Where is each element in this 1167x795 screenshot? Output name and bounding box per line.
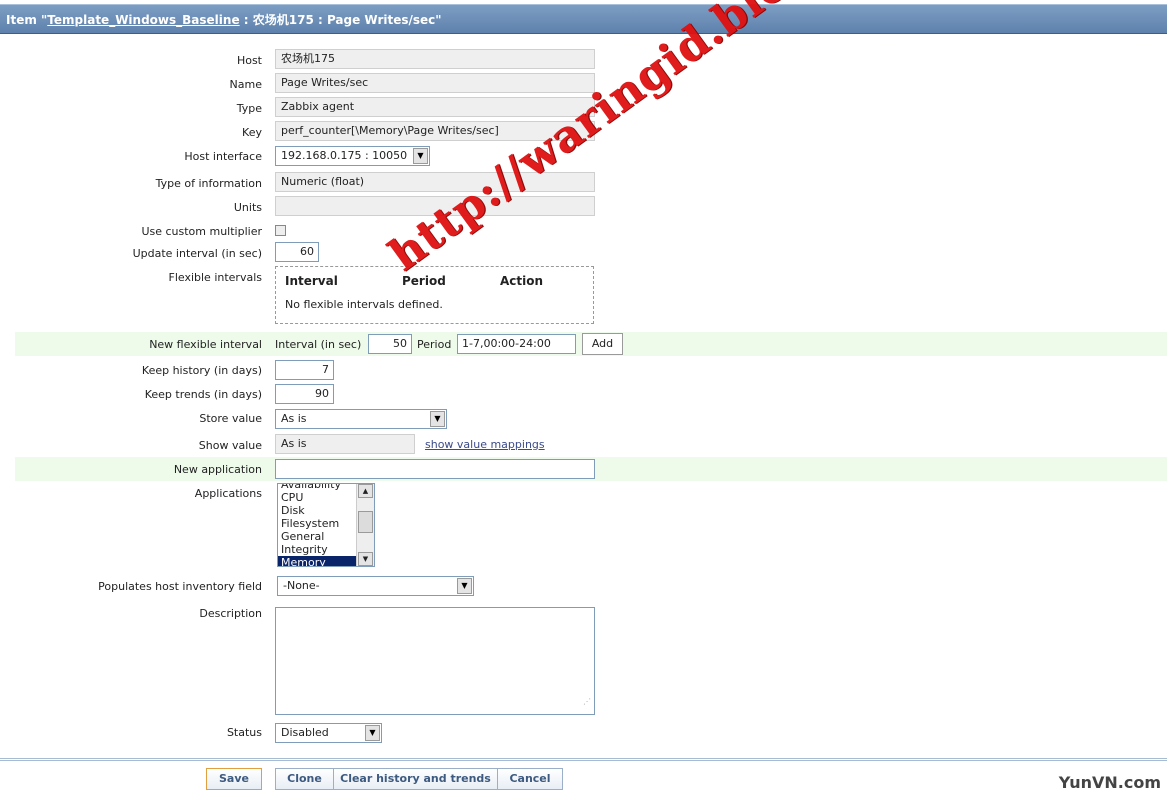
- status-label: Status: [226, 726, 262, 739]
- clear-history-button[interactable]: Clear history and trends: [333, 768, 498, 790]
- chevron-down-icon[interactable]: ▼: [430, 411, 445, 427]
- store-value-value: As is: [281, 412, 307, 425]
- custom-multiplier-checkbox[interactable]: [275, 225, 286, 236]
- new-flexible-interval-label: New flexible interval: [149, 338, 262, 351]
- footer-separator: [0, 758, 1167, 761]
- show-value-field: As is: [275, 434, 415, 454]
- template-link[interactable]: Template_Windows_Baseline: [47, 13, 239, 27]
- new-period-input[interactable]: 1-7,00:00-24:00: [457, 334, 576, 354]
- save-button[interactable]: Save: [206, 768, 262, 790]
- host-interface-select[interactable]: 192.168.0.175 : 10050 ▼: [275, 146, 430, 166]
- interval-sec-label: Interval (in sec): [275, 338, 362, 351]
- applications-scrollbar[interactable]: ▲ ▼: [356, 484, 374, 566]
- custom-multiplier-label: Use custom multiplier: [141, 225, 262, 238]
- type-of-information-label: Type of information: [155, 177, 262, 190]
- type-label: Type: [236, 102, 262, 115]
- store-value-label: Store value: [199, 412, 262, 425]
- keep-trends-input[interactable]: 90: [275, 384, 334, 404]
- resize-handle-icon[interactable]: ⋰: [583, 693, 591, 711]
- list-item[interactable]: General: [278, 530, 358, 543]
- host-field: 农场机175: [275, 49, 595, 69]
- flexible-intervals-label: Flexible intervals: [168, 271, 263, 284]
- list-item[interactable]: Filesystem: [278, 517, 358, 530]
- status-select[interactable]: Disabled ▼: [275, 723, 382, 743]
- description-label: Description: [199, 607, 262, 620]
- chevron-down-icon[interactable]: ▼: [365, 725, 380, 741]
- keep-history-input[interactable]: 7: [275, 360, 334, 380]
- scroll-up-icon[interactable]: ▲: [358, 484, 373, 498]
- column-action: Action: [500, 274, 544, 288]
- description-textarea[interactable]: ⋰: [275, 607, 595, 715]
- column-interval: Interval: [285, 274, 338, 288]
- list-item[interactable]: Disk: [278, 504, 358, 517]
- applications-label: Applications: [194, 487, 262, 500]
- units-label: Units: [233, 201, 262, 214]
- show-value-mappings-link[interactable]: show value mappings: [425, 438, 545, 451]
- key-label: Key: [242, 126, 262, 139]
- chevron-down-icon[interactable]: ▼: [457, 578, 472, 594]
- inventory-value: -None-: [283, 579, 320, 592]
- new-application-input[interactable]: [275, 459, 595, 479]
- inventory-select[interactable]: -None- ▼: [277, 576, 474, 596]
- host-interface-label: Host interface: [184, 150, 262, 163]
- add-interval-button[interactable]: Add: [582, 333, 623, 355]
- keep-history-label: Keep history (in days): [141, 364, 262, 377]
- header-suffix: : 农场机175 : Page Writes/sec": [239, 13, 442, 27]
- type-field: Zabbix agent: [275, 97, 595, 117]
- show-value-label: Show value: [198, 439, 262, 452]
- header-prefix: Item ": [6, 13, 48, 27]
- host-label: Host: [236, 54, 262, 67]
- status-value: Disabled: [281, 726, 329, 739]
- update-interval-input[interactable]: 60: [275, 242, 319, 262]
- clone-button[interactable]: Clone: [275, 768, 334, 790]
- store-value-select[interactable]: As is ▼: [275, 409, 447, 429]
- new-application-label: New application: [173, 463, 262, 476]
- flexible-intervals-empty: No flexible intervals defined.: [285, 298, 443, 311]
- keep-trends-label: Keep trends (in days): [144, 388, 262, 401]
- corner-logo: YunVN.com: [1058, 773, 1161, 792]
- new-interval-input[interactable]: 50: [368, 334, 412, 354]
- cancel-button[interactable]: Cancel: [497, 768, 563, 790]
- inventory-label: Populates host inventory field: [98, 580, 262, 593]
- name-label: Name: [229, 78, 262, 91]
- page-header: Item "Template_Windows_Baseline : 农场机175…: [0, 4, 1167, 34]
- list-item-selected[interactable]: Memory: [278, 556, 358, 566]
- scroll-down-icon[interactable]: ▼: [358, 552, 373, 566]
- list-item[interactable]: CPU: [278, 491, 358, 504]
- applications-listbox[interactable]: Availability CPU Disk Filesystem General…: [277, 483, 375, 567]
- list-item[interactable]: Availability: [278, 484, 358, 491]
- period-label: Period: [417, 338, 452, 351]
- host-interface-value: 192.168.0.175 : 10050: [281, 149, 408, 162]
- update-interval-label: Update interval (in sec): [132, 247, 262, 260]
- list-item[interactable]: Integrity: [278, 543, 358, 556]
- scroll-thumb[interactable]: [358, 511, 373, 533]
- chevron-down-icon[interactable]: ▼: [413, 148, 428, 164]
- name-field: Page Writes/sec: [275, 73, 595, 93]
- flexible-intervals-table: Interval Period Action No flexible inter…: [275, 266, 594, 324]
